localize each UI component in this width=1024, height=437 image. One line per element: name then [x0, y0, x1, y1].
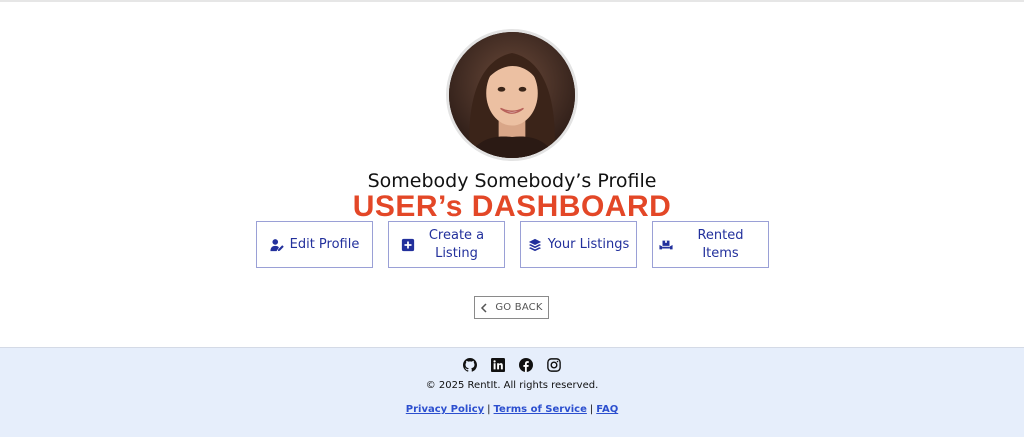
link-separator: |: [487, 404, 491, 415]
your-listings-label: Your Listings: [547, 236, 630, 252]
go-back-label: GO BACK: [495, 302, 543, 313]
page-title: Somebody Somebody’s Profile: [367, 170, 657, 192]
people-carry-icon: [659, 238, 673, 252]
create-listing-label: Create a Listing: [428, 227, 485, 261]
go-back-button[interactable]: GO BACK: [474, 296, 549, 319]
social-links: [0, 358, 1024, 372]
dashboard-main: Somebody Somebody’s Profile USER’s DASHB…: [0, 0, 1024, 347]
linkedin-icon[interactable]: [491, 358, 505, 372]
profile-photo: [449, 32, 575, 158]
instagram-icon[interactable]: [547, 358, 561, 372]
create-listing-button[interactable]: Create a Listing: [388, 221, 505, 268]
link-separator: |: [589, 404, 594, 415]
rented-items-button[interactable]: Rented Items: [652, 221, 769, 268]
terms-of-service-link[interactable]: Terms of Service: [494, 404, 587, 415]
copyright-text: © 2025 RentIt. All rights reserved.: [425, 380, 599, 391]
user-edit-icon: [270, 238, 284, 252]
chevron-left-icon: [480, 302, 488, 313]
footer: © 2025 RentIt. All rights reserved. Priv…: [0, 347, 1024, 437]
github-icon[interactable]: [463, 358, 477, 372]
edit-profile-button[interactable]: Edit Profile: [256, 221, 373, 268]
layers-icon: [528, 238, 542, 252]
rented-items-label: Rented Items: [697, 227, 744, 261]
your-listings-button[interactable]: Your Listings: [520, 221, 637, 268]
footer-links: Privacy Policy | Terms of Service | FAQ: [0, 404, 1024, 415]
plus-square-icon: [401, 238, 415, 252]
avatar: [446, 29, 578, 161]
edit-profile-label: Edit Profile: [289, 236, 360, 252]
dashboard-actions: Edit Profile Create a Listing Your Listi…: [256, 221, 769, 268]
dashboard-heading: USER’s DASHBOARD: [352, 190, 672, 223]
faq-link[interactable]: FAQ: [596, 404, 618, 415]
facebook-icon[interactable]: [519, 358, 533, 372]
privacy-policy-link[interactable]: Privacy Policy: [406, 404, 484, 415]
